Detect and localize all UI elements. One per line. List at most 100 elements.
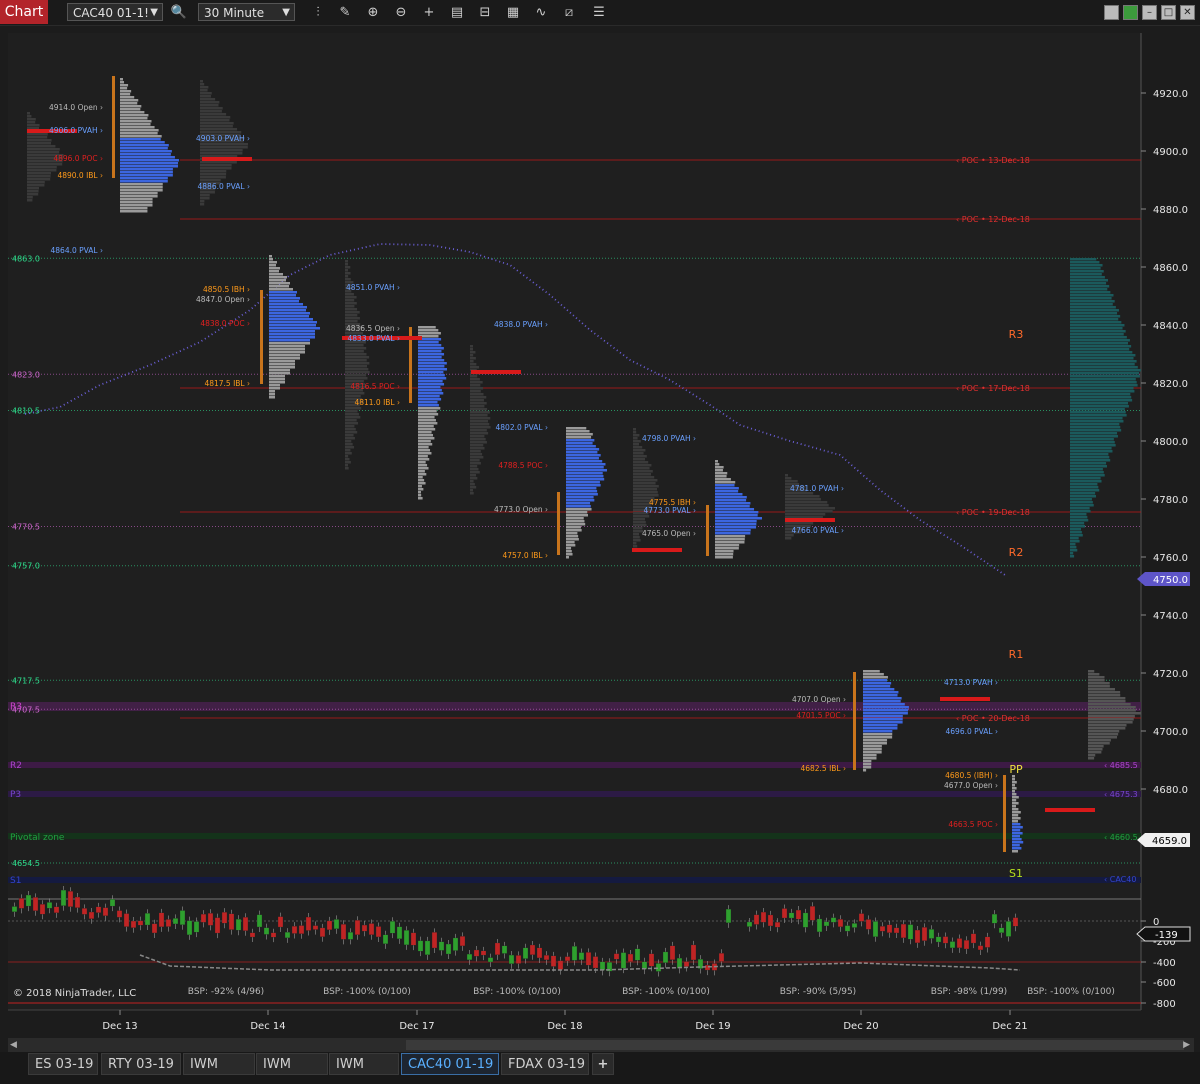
profile-dec18 [566, 508, 592, 511]
composite-profile [1070, 378, 1136, 381]
indicator-candle [522, 947, 529, 959]
poc-label: ‹ POC • 19-Dec-18 [956, 508, 1030, 517]
indicator-candle [382, 934, 389, 944]
profile-dec21 [1012, 802, 1019, 805]
ghost-profile [470, 348, 473, 351]
composite-profile-gray [1088, 670, 1095, 673]
profile-dec14 [269, 261, 277, 264]
tab-iwm-1[interactable]: IWM [183, 1053, 255, 1075]
composite-profile [1070, 366, 1138, 369]
horizontal-scrollbar[interactable]: ◀ ▶ [8, 1038, 1194, 1052]
tab-fdax[interactable]: FDAX 03-19 [501, 1053, 589, 1075]
ghost-profile [470, 351, 476, 354]
indicator-candle [984, 936, 991, 948]
scroll-right-icon[interactable]: ▶ [1183, 1040, 1190, 1050]
profile-dec21 [1012, 847, 1022, 850]
ghost-profile [200, 203, 205, 206]
indicator-candle [347, 932, 354, 940]
ghost-profile [785, 474, 788, 477]
indicator-candle [781, 908, 788, 919]
profile-dec21 [1012, 826, 1023, 829]
initial-balance-bar [706, 505, 709, 556]
ghost-profile [345, 416, 361, 419]
composite-profile [1070, 531, 1082, 534]
add-tab-button[interactable]: + [592, 1053, 614, 1075]
profile-dec14 [269, 396, 275, 399]
ghost-profile [27, 178, 51, 181]
profile-dec19 [715, 517, 762, 520]
profile-dec21 [1012, 805, 1016, 808]
ghost-profile [200, 125, 233, 128]
composite-profile [1070, 330, 1126, 333]
profile-dec19 [715, 472, 728, 475]
ghost-profile [633, 431, 637, 434]
poc-marker [1045, 808, 1095, 812]
ghost-profile [633, 446, 643, 449]
ghost-profile [345, 317, 360, 320]
profile-dec21 [1012, 844, 1020, 847]
profile-dec13 [120, 138, 161, 141]
indicator-candle [837, 919, 844, 927]
ghost-profile [470, 447, 485, 450]
composite-profile [1070, 525, 1086, 528]
indicator-candle [774, 921, 781, 928]
profile-dec20 [863, 715, 903, 718]
profile-dec17 [418, 446, 429, 449]
scroll-left-icon[interactable]: ◀ [10, 1040, 17, 1050]
composite-profile-gray [1088, 721, 1133, 724]
composite-profile [1070, 363, 1135, 366]
indicator-candle [354, 920, 361, 935]
indicator-candle [158, 912, 165, 928]
tab-rty[interactable]: RTY 03-19 [101, 1053, 181, 1075]
price-chart[interactable]: 4920.0 4900.0 4880.0 4860.0 4840.0 4820.0 4800… [0, 0, 1200, 1052]
indicator-candle [123, 913, 130, 927]
price-axis-label: 4720.0 [1153, 669, 1188, 680]
profile-dec13 [120, 189, 163, 192]
indicator-candle [480, 950, 487, 956]
profile-dec13 [120, 84, 129, 87]
last-price-label: 4750.0 [1153, 575, 1188, 586]
profile-dec18 [566, 547, 572, 550]
ghost-profile [785, 522, 814, 525]
scroll-thumb[interactable] [406, 1040, 1184, 1050]
pivot-zone-label: P3 [10, 790, 21, 800]
ghost-profile [470, 453, 483, 456]
composite-profile [1070, 321, 1122, 324]
tab-es[interactable]: ES 03-19 [28, 1053, 98, 1075]
ghost-profile [345, 362, 370, 365]
composite-profile [1070, 435, 1118, 438]
ghost-profile [200, 191, 215, 194]
indicator-candle [753, 914, 760, 925]
ghost-profile [633, 455, 647, 458]
indicator-candle [963, 940, 970, 950]
profile-dec19 [715, 514, 758, 517]
price-axis-label: 4900.0 [1153, 147, 1188, 158]
ghost-profile [470, 486, 477, 489]
profile-dec14 [269, 336, 315, 339]
ghost-profile [633, 485, 659, 488]
indicator-value-label: -139 [1155, 930, 1178, 941]
indicator-candle [634, 948, 641, 961]
indicator-candle [816, 918, 823, 933]
ghost-profile [633, 479, 658, 482]
tab-iwm-2[interactable]: IWM [256, 1053, 328, 1075]
indicator-candle [802, 912, 809, 928]
tab-iwm-3[interactable]: IWM [329, 1053, 399, 1075]
profile-level-label: 4802.0 PVAL › [496, 423, 549, 432]
profile-dec18 [566, 511, 588, 514]
tab-cac40[interactable]: CAC40 01-19 [401, 1053, 499, 1075]
profile-dec20 [863, 751, 882, 754]
composite-profile [1070, 513, 1087, 516]
composite-profile-gray [1088, 697, 1126, 700]
profile-level-label: 4773.0 Open › [494, 505, 548, 514]
ghost-profile [470, 384, 481, 387]
composite-profile [1070, 417, 1123, 420]
date-axis-label: Dec 21 [992, 1021, 1027, 1032]
ghost-profile [470, 393, 484, 396]
profile-dec13 [120, 201, 153, 204]
composite-profile-gray [1088, 703, 1131, 706]
profile-dec19 [715, 532, 751, 535]
composite-profile [1070, 393, 1131, 396]
profile-dec19 [715, 463, 720, 466]
profile-dec21 [1012, 841, 1024, 844]
